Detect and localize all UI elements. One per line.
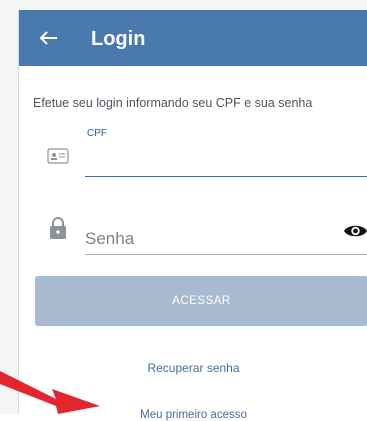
page-title: Login: [91, 28, 146, 50]
id-card-icon: [47, 148, 69, 164]
show-password-toggle[interactable]: [343, 222, 367, 240]
eye-icon: [344, 225, 367, 237]
password-input[interactable]: [85, 224, 367, 255]
cpf-label: CPF: [87, 128, 107, 139]
arrow-left-icon: [39, 31, 57, 45]
cpf-input[interactable]: [85, 148, 367, 177]
login-button[interactable]: ACESSAR: [35, 276, 367, 326]
first-access-link[interactable]: Meu primeiro acesso: [19, 409, 367, 421]
login-instructions: Efetue seu login informando seu CPF e su…: [33, 96, 313, 110]
lock-icon: [50, 217, 66, 239]
login-screen: Login Efetue seu login informando seu CP…: [18, 10, 367, 421]
recover-password-link[interactable]: Recuperar senha: [19, 361, 367, 375]
app-bar: Login: [19, 10, 367, 66]
back-button[interactable]: [33, 23, 63, 53]
